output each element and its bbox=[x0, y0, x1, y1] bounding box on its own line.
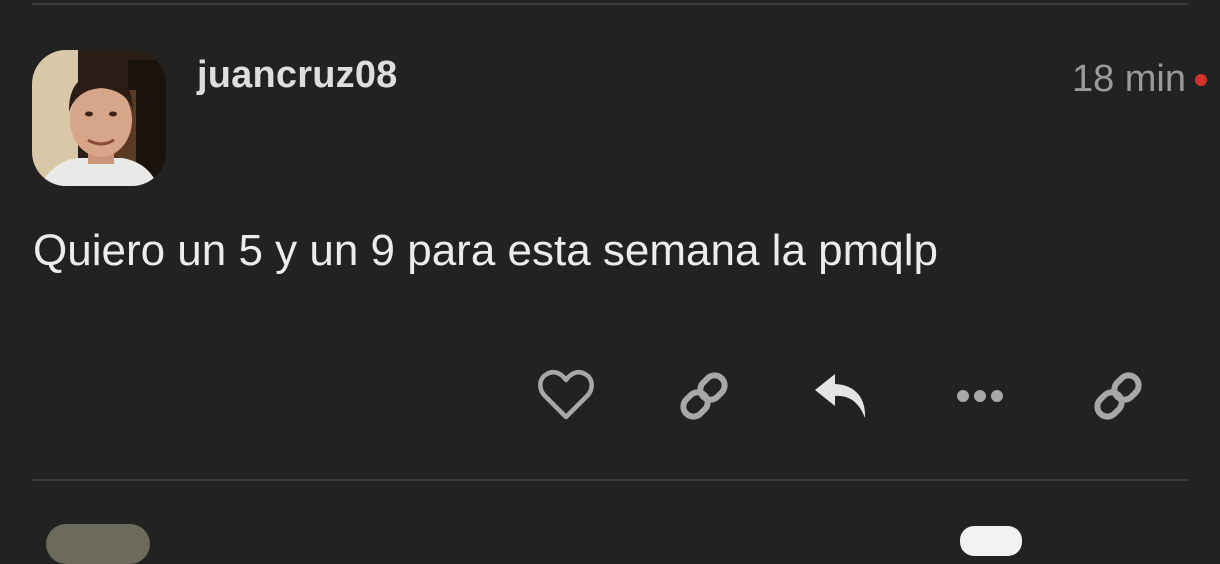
unread-indicator bbox=[1195, 74, 1207, 86]
bottom-divider bbox=[32, 479, 1188, 481]
more-button[interactable] bbox=[950, 366, 1010, 426]
ellipsis-icon bbox=[957, 390, 1003, 402]
avatar-photo bbox=[32, 50, 166, 186]
post-text: Quiero un 5 y un 9 para esta semana la p… bbox=[33, 226, 938, 275]
top-divider bbox=[32, 3, 1188, 5]
timestamp: 18 min bbox=[1071, 58, 1186, 100]
avatar[interactable] bbox=[32, 50, 166, 186]
heart-icon bbox=[538, 370, 594, 420]
copy-link-button[interactable] bbox=[674, 366, 734, 426]
username[interactable]: juancruz08 bbox=[197, 54, 398, 97]
share-link-button[interactable] bbox=[1088, 366, 1148, 426]
reply-button[interactable] bbox=[812, 366, 872, 426]
next-post-badge bbox=[960, 526, 1022, 556]
reply-icon bbox=[815, 374, 866, 418]
link-icon bbox=[680, 372, 728, 420]
next-post-avatar[interactable] bbox=[46, 524, 150, 564]
link-icon bbox=[1094, 372, 1142, 420]
like-button[interactable] bbox=[536, 366, 596, 426]
